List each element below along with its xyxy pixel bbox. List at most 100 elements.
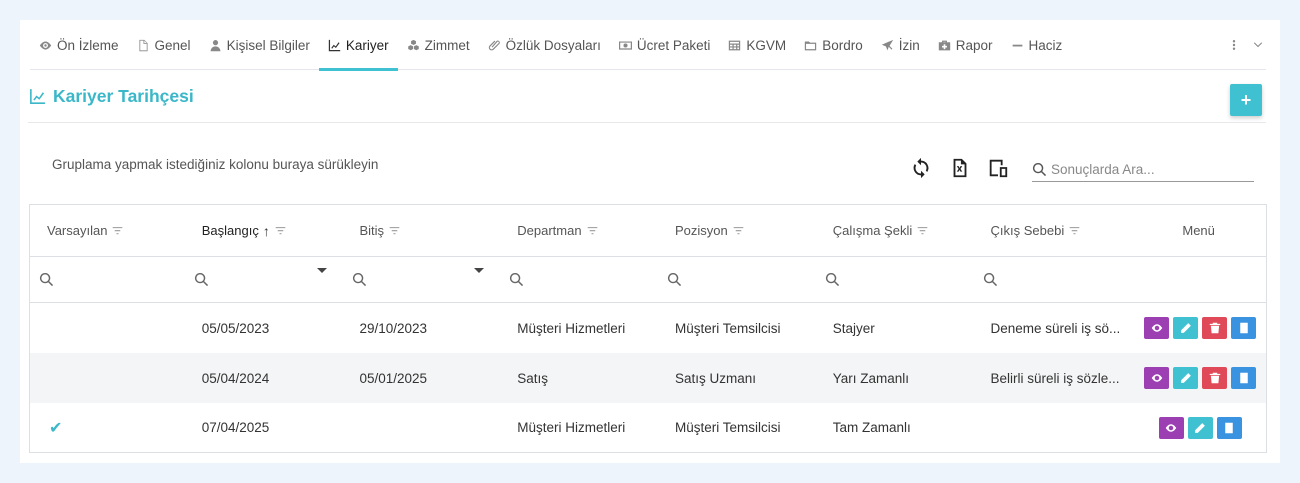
document-button[interactable] [1231,317,1257,339]
delete-button[interactable] [1202,317,1228,339]
tab-career[interactable]: Kariyer [318,20,398,71]
export-excel-button[interactable] [949,157,971,179]
col-header-start[interactable]: Başlangıç ↑ [185,205,343,256]
col-header-menu: Menü [1131,205,1266,256]
check-icon: ✔ [49,419,63,437]
tab-kgvm[interactable]: KGVM [719,20,795,70]
caret-down-icon[interactable] [474,268,485,273]
tab-salary-package[interactable]: Ücret Paketi [610,20,720,70]
delete-button[interactable] [1202,367,1228,389]
search-icon [352,272,366,287]
tab-label: Rapor [955,37,993,53]
col-header-label: Menü [1182,223,1215,238]
cell-default [30,303,185,353]
tab-assets[interactable]: Zimmet [398,20,479,70]
cell-menu [1131,403,1266,452]
pencil-icon [1180,323,1191,333]
table-row[interactable]: 05/04/2024 05/01/2025 Satış Satış Uzmanı… [30,353,1266,403]
col-header-label: Departman [517,223,582,238]
view-button[interactable] [1144,317,1170,339]
add-career-button[interactable]: + [1230,84,1262,116]
refresh-button[interactable] [910,157,932,179]
filter-cell-work-type[interactable] [816,257,974,302]
tab-label: İzin [898,37,920,53]
search-input[interactable] [1051,161,1241,177]
view-button[interactable] [1158,416,1184,439]
document-button[interactable] [1216,416,1242,439]
cell-default [30,353,185,403]
filter-cell-end[interactable] [343,257,501,302]
document-icon [1239,372,1248,384]
col-header-label: Varsayılan [47,223,108,238]
col-header-label: Bitiş [359,223,385,238]
minus-icon [1012,44,1022,46]
cell-department: Müşteri Hizmetleri [517,420,626,435]
cell-position: Müşteri Temsilcisi [675,420,781,435]
filter-icon[interactable] [112,225,123,236]
cell-start: 05/04/2024 [201,370,270,386]
cell-start: 07/04/2025 [201,420,270,435]
tab-general[interactable]: Genel [128,20,200,70]
plane-icon [881,39,893,50]
results-search [1032,157,1254,182]
medkit-icon [938,40,950,50]
vertical-dots-icon[interactable] [1228,39,1240,51]
filter-icon[interactable] [917,225,928,236]
filter-icon[interactable] [389,225,400,236]
col-header-department[interactable]: Departman [500,205,658,256]
col-header-position[interactable]: Pozisyon [658,205,816,256]
filter-icon[interactable] [275,225,286,236]
tab-preview[interactable]: Ön İzleme [30,20,128,70]
tab-report[interactable]: Rapor [929,20,1002,70]
edit-button[interactable] [1187,416,1213,439]
edit-button[interactable] [1173,317,1199,339]
column-chooser-button[interactable] [987,157,1009,179]
cell-position: Satış Uzmanı [675,370,757,386]
table-row[interactable]: 05/05/2023 29/10/2023 Müşteri Hizmetleri… [30,303,1266,353]
tab-garnishment[interactable]: Haciz [1002,20,1072,70]
filter-cell-position[interactable] [658,257,816,302]
cell-exit-reason [974,403,1132,452]
cell-work-type: Stajyer [832,320,875,336]
document-button[interactable] [1231,367,1257,389]
filter-cell-menu [1131,257,1266,302]
tab-leave[interactable]: İzin [872,20,929,70]
tab-payroll[interactable]: Bordro [795,20,872,70]
col-header-work-type[interactable]: Çalışma Şekli [816,205,974,256]
col-header-exit-reason[interactable]: Çıkış Sebebi [974,205,1132,256]
tab-overflow[interactable] [1228,20,1266,69]
table-row[interactable]: ✔ 07/04/2025 Müşteri Hizmetleri Müşteri … [30,403,1266,452]
tab-personal-info[interactable]: Kişisel Bilgiler [200,20,319,70]
col-header-default[interactable]: Varsayılan [30,205,185,256]
chevron-down-icon[interactable] [1252,39,1264,51]
edit-button[interactable] [1173,367,1199,389]
tab-personnel-files[interactable]: Özlük Dosyaları [479,20,610,70]
cell-department: Satış [517,370,549,386]
grid-filter-row [30,257,1266,303]
cell-start: 05/05/2023 [201,320,270,336]
filter-cell-department[interactable] [500,257,658,302]
cell-menu [1131,353,1266,403]
cubes-icon [407,39,419,50]
file-icon [138,39,148,51]
col-header-label: Pozisyon [675,223,728,238]
row-actions [1156,416,1242,439]
col-header-label: Çıkış Sebebi [990,223,1065,238]
filter-cell-exit-reason[interactable] [974,257,1132,302]
cell-menu [1131,303,1266,353]
filter-cell-start[interactable] [185,257,343,302]
caret-down-icon[interactable] [316,268,327,273]
filter-cell-default[interactable] [30,257,185,302]
col-header-end[interactable]: Bitiş [343,205,501,256]
filter-icon[interactable] [733,225,744,236]
eye-icon [1165,423,1177,432]
cell-exit-reason: Deneme süreli iş sö... [990,320,1121,336]
search-icon [510,272,524,287]
refresh-icon [913,157,929,179]
grid-header-row: Varsayılan Başlangıç ↑ Bitiş Departman Po… [30,205,1266,257]
column-chooser-icon [989,159,1008,178]
view-button[interactable] [1144,367,1170,389]
filter-icon[interactable] [587,225,598,236]
filter-icon[interactable] [1069,225,1080,236]
col-header-label: Çalışma Şekli [832,223,913,238]
